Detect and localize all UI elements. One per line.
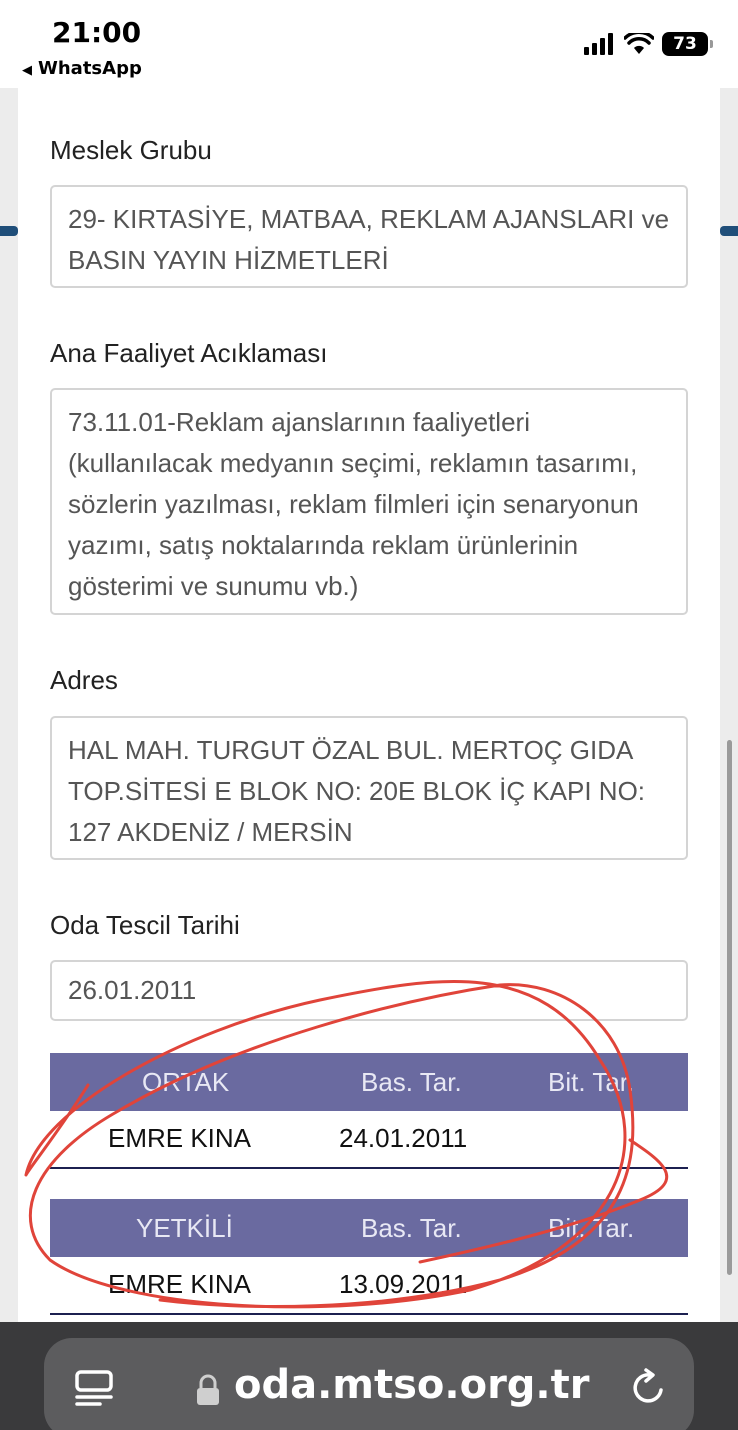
system-icons: 73 (584, 30, 713, 58)
col-header-bit-tar: Bit. Tar. (548, 1067, 635, 1097)
back-arrow-icon: ◀ (22, 63, 32, 78)
page-accent-left (0, 226, 18, 236)
ortak-table-row: EMRE KINA 24.01.2011 (50, 1111, 688, 1169)
url-text[interactable]: oda.mtso.org.tr (234, 1362, 589, 1408)
field-value-meslek-grubu: 29- KIRTASİYE, MATBAA, REKLAM AJANSLARI … (50, 185, 688, 288)
col-header-bit-tar: Bit. Tar. (548, 1213, 635, 1243)
battery-level: 73 (673, 34, 697, 54)
status-time: 21:00 (52, 16, 142, 49)
field-value-oda-tescil-tarihi: 26.01.2011 (50, 960, 688, 1021)
back-app-label: WhatsApp (38, 58, 142, 79)
col-header-yetkili: YETKİLİ (136, 1213, 233, 1243)
yetkili-start-date: 13.09.2011 (339, 1269, 468, 1299)
yetkili-table-header: YETKİLİ Bas. Tar. Bit. Tar. (50, 1199, 688, 1257)
col-header-ortak: ORTAK (142, 1067, 230, 1097)
yetkili-name: EMRE KINA (108, 1269, 252, 1299)
field-label-adres: Adres (50, 665, 118, 695)
page-background-left (0, 88, 18, 1324)
scrollbar-thumb[interactable] (727, 740, 732, 1275)
field-value-adres: HAL MAH. TURGUT ÖZAL BUL. MERTOÇ GIDA TO… (50, 716, 688, 860)
field-label-meslek-grubu: Meslek Grubu (50, 135, 212, 165)
ortak-table-header: ORTAK Bas. Tar. Bit. Tar. (50, 1053, 688, 1111)
field-label-oda-tescil-tarihi: Oda Tescil Tarihi (50, 910, 240, 940)
lock-icon (197, 1374, 219, 1405)
back-to-app-link[interactable]: ◀ WhatsApp (22, 58, 142, 79)
reload-icon[interactable] (628, 1368, 668, 1408)
status-bar: 21:00 ◀ WhatsApp 73 (0, 0, 738, 88)
yetkili-table-row: EMRE KINA 13.09.2011 (50, 1257, 688, 1315)
browser-toolbar: oda.mtso.org.tr (0, 1322, 738, 1430)
page-accent-right (720, 226, 738, 236)
ortak-name: EMRE KINA (108, 1123, 252, 1153)
cellular-signal-icon (584, 33, 613, 55)
field-value-ana-faaliyet: 73.11.01-Reklam ajanslarının faaliyetler… (50, 388, 688, 615)
col-header-bas-tar: Bas. Tar. (361, 1213, 462, 1243)
col-header-bas-tar: Bas. Tar. (361, 1067, 462, 1097)
company-info-card: Meslek Grubu 29- KIRTASİYE, MATBAA, REKL… (18, 88, 720, 1324)
field-label-ana-faaliyet: Ana Faaliyet Acıklaması (50, 338, 328, 368)
battery-icon: 73 (662, 32, 713, 56)
wifi-icon (624, 33, 654, 54)
ortak-start-date: 24.01.2011 (339, 1123, 468, 1153)
address-bar[interactable]: oda.mtso.org.tr (44, 1338, 694, 1430)
reader-view-icon[interactable] (74, 1370, 114, 1406)
